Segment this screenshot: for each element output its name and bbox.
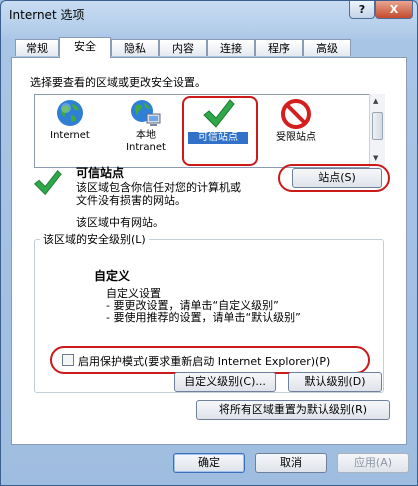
selected-zone-checkmark-icon xyxy=(33,169,62,196)
zone-local-label: 本地 xyxy=(136,130,156,141)
security-tab-panel: 选择要查看的区域或更改安全设置。 ▲ ▼ Internet 本地 Intrane… xyxy=(11,57,407,445)
restricted-icon xyxy=(281,99,311,129)
scroll-up-arrow-icon[interactable]: ▲ xyxy=(373,97,378,105)
sites-highlight-ring xyxy=(278,164,390,192)
selected-zone-desc-2: 文件没有损害的网站。 xyxy=(76,194,186,207)
internet-options-window: Internet 选项 ? X 常规 安全 隐私 内容 连接 程序 高级 选择要… xyxy=(0,0,418,486)
trusted-highlight-ring xyxy=(182,96,258,166)
default-level-button[interactable]: 默认级别(D) xyxy=(288,372,382,392)
zone-local-label-2: Intranet xyxy=(126,142,166,153)
tab-connections[interactable]: 连接 xyxy=(207,39,255,56)
scroll-thumb[interactable] xyxy=(372,112,383,140)
zone-prompt: 选择要查看的区域或更改安全设置。 xyxy=(30,76,206,89)
zone-internet[interactable]: Internet xyxy=(42,98,98,142)
tab-content[interactable]: 内容 xyxy=(159,39,207,56)
security-level-group-title: 该区域的安全级别(L) xyxy=(40,231,149,247)
custom-level-button[interactable]: 自定义级别(C)... xyxy=(174,372,276,392)
help-button[interactable]: ? xyxy=(349,1,375,19)
tab-security[interactable]: 安全 xyxy=(59,37,111,58)
cancel-button[interactable]: 取消 xyxy=(255,453,327,473)
close-button[interactable]: X xyxy=(375,1,413,19)
globe-icon xyxy=(57,100,83,126)
window-title: Internet 选项 xyxy=(9,8,85,22)
scroll-down-arrow-icon[interactable]: ▼ xyxy=(373,154,378,162)
local-intranet-icon xyxy=(131,100,161,126)
zone-restricted-label: 受限站点 xyxy=(276,132,316,143)
security-level-line-3: - 要使用推荐的设置，请单击“默认级别” xyxy=(106,311,301,324)
reset-all-zones-button[interactable]: 将所有区域重置为默认级别(R) xyxy=(196,400,390,420)
zone-local-intranet[interactable]: 本地 Intranet xyxy=(114,98,178,154)
zone-restricted-sites[interactable]: 受限站点 xyxy=(266,98,326,144)
zone-internet-label: Internet xyxy=(50,130,90,141)
zone-list-scrollbar[interactable]: ▲ ▼ xyxy=(369,94,385,168)
zone-sites-note: 该区域中有网站。 xyxy=(76,216,164,229)
tab-privacy[interactable]: 隐私 xyxy=(111,39,159,56)
title-bar[interactable]: Internet 选项 ? X xyxy=(1,1,417,29)
apply-button[interactable]: 应用(A) xyxy=(337,453,409,473)
tab-advanced[interactable]: 高级 xyxy=(303,39,351,56)
tab-general[interactable]: 常规 xyxy=(15,39,59,56)
protected-mode-highlight-ring xyxy=(50,346,370,374)
ok-button[interactable]: 确定 xyxy=(173,453,245,473)
security-level-name: 自定义 xyxy=(94,269,131,283)
tab-programs[interactable]: 程序 xyxy=(255,39,303,56)
